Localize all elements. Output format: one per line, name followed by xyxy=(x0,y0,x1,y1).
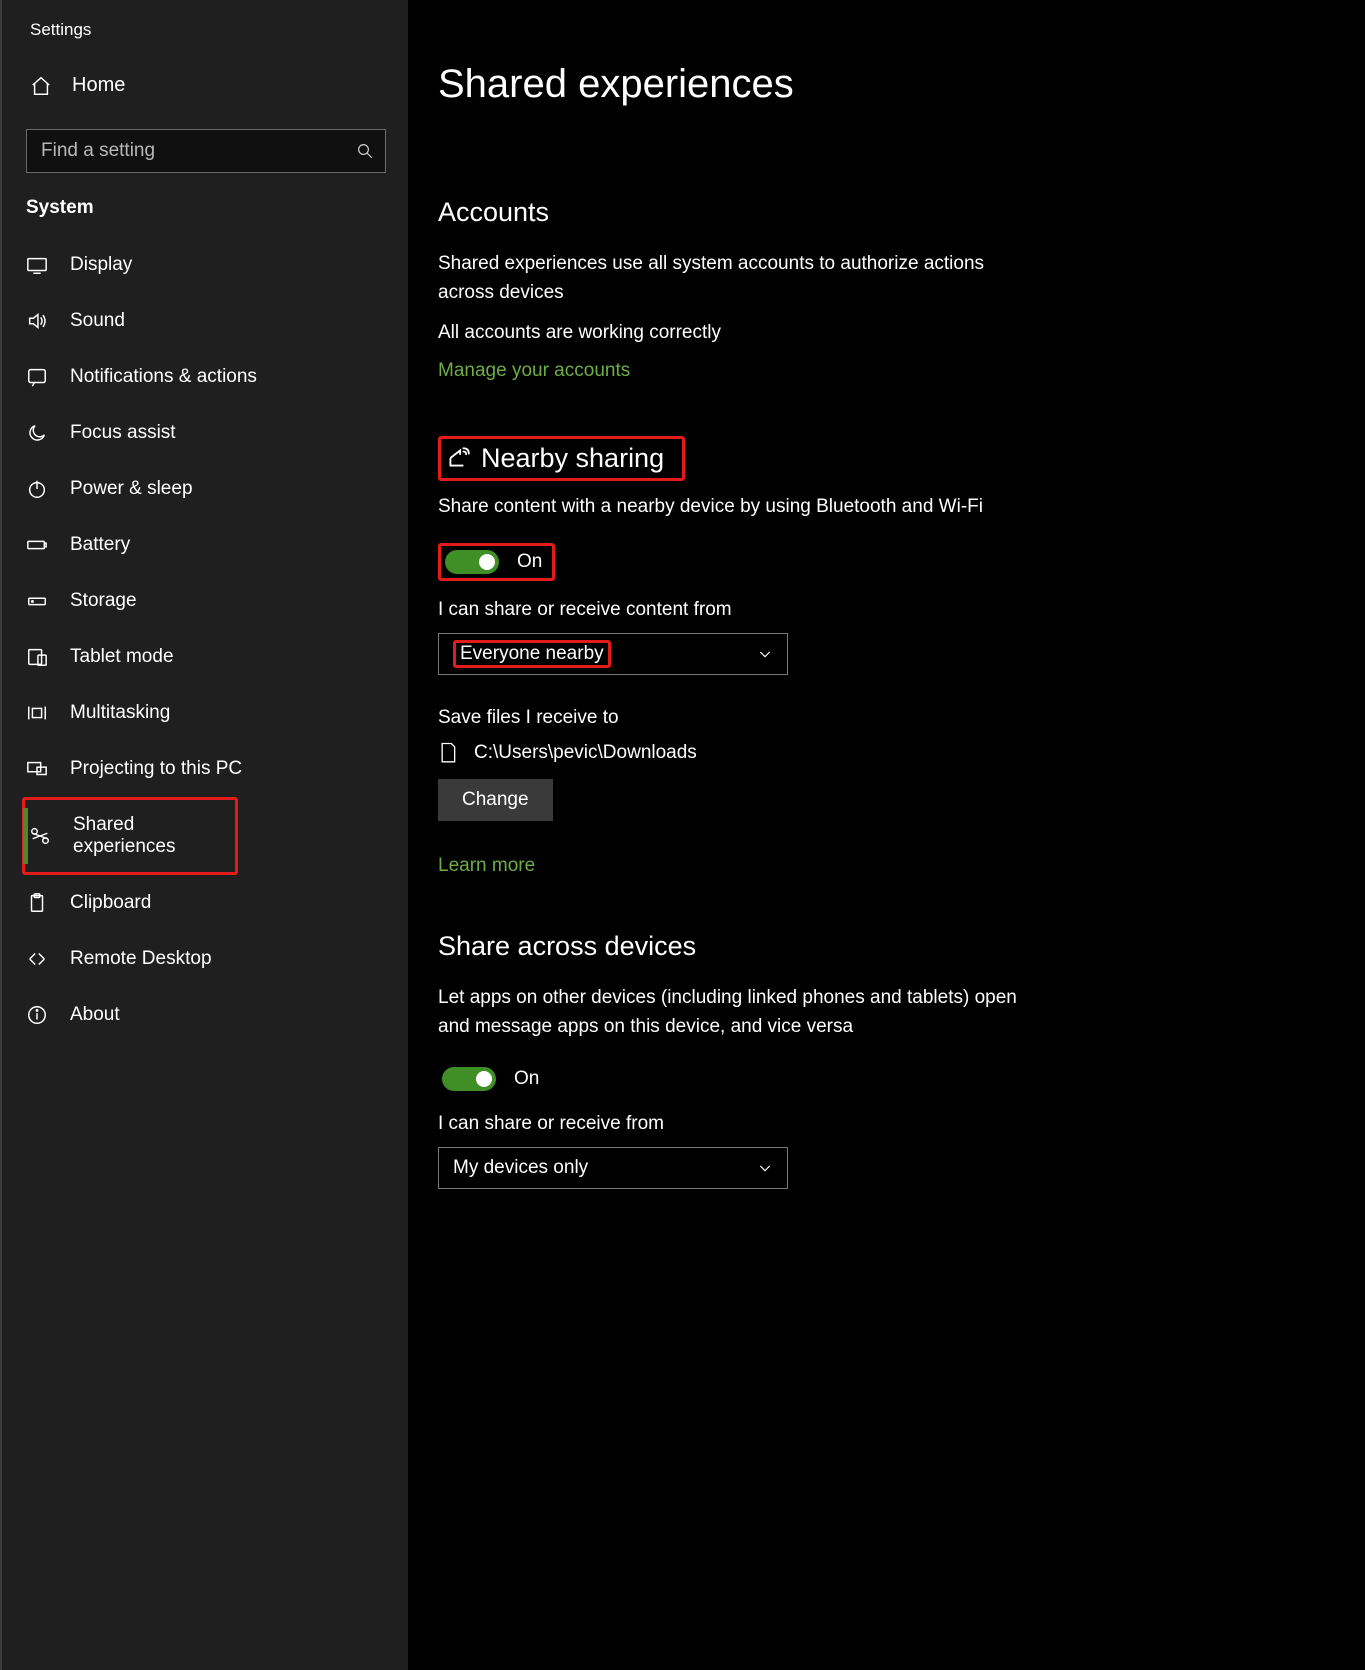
across-toggle[interactable] xyxy=(442,1067,496,1091)
sidebar-item-battery[interactable]: Battery xyxy=(2,517,408,573)
accounts-desc: Shared experiences use all system accoun… xyxy=(438,250,998,307)
learn-more-link[interactable]: Learn more xyxy=(438,855,535,877)
accounts-status: All accounts are working correctly xyxy=(438,319,998,348)
home-button[interactable]: Home xyxy=(2,60,408,111)
sidebar-item-projecting[interactable]: Projecting to this PC xyxy=(2,741,408,797)
sidebar-item-storage[interactable]: Storage xyxy=(2,573,408,629)
save-path: C:\Users\pevic\Downloads xyxy=(474,742,697,764)
multitask-icon xyxy=(26,702,48,724)
nav-label: Battery xyxy=(70,534,130,556)
sidebar-item-shared-experiences[interactable]: Shared experiences xyxy=(22,797,238,875)
accounts-title: Accounts xyxy=(438,197,1365,228)
nav-label: Sound xyxy=(70,310,125,332)
folder-icon xyxy=(438,741,458,765)
search-input[interactable] xyxy=(26,129,386,173)
sidebar-nav: Display Sound Notifications & actions Fo… xyxy=(2,237,408,1043)
nearby-toggle-row: On xyxy=(438,543,555,581)
manage-accounts-link[interactable]: Manage your accounts xyxy=(438,360,630,382)
nav-label: Power & sleep xyxy=(70,478,193,500)
nav-label: Multitasking xyxy=(70,702,170,724)
nearby-share-value: Everyone nearby xyxy=(453,640,611,668)
sidebar-item-sound[interactable]: Sound xyxy=(2,293,408,349)
storage-icon xyxy=(26,590,48,612)
nav-label: Tablet mode xyxy=(70,646,174,668)
battery-icon xyxy=(26,534,48,556)
nav-label: Shared experiences xyxy=(73,814,235,858)
across-share-value: My devices only xyxy=(453,1157,588,1179)
clipboard-icon xyxy=(26,892,48,914)
nav-label: Clipboard xyxy=(70,892,151,914)
across-toggle-row: On xyxy=(438,1063,549,1095)
nav-label: About xyxy=(70,1004,120,1026)
chevron-down-icon xyxy=(757,1160,773,1176)
sidebar-item-about[interactable]: About xyxy=(2,987,408,1043)
home-label: Home xyxy=(72,74,125,97)
nav-label: Focus assist xyxy=(70,422,176,444)
nearby-share-icon xyxy=(445,445,471,471)
share-icon xyxy=(29,825,51,847)
sidebar-item-multitasking[interactable]: Multitasking xyxy=(2,685,408,741)
nav-label: Display xyxy=(70,254,132,276)
sound-icon xyxy=(26,310,48,332)
page-title: Shared experiences xyxy=(438,62,1365,107)
app-title: Settings xyxy=(2,10,408,60)
nearby-toggle-label: On xyxy=(517,551,542,573)
home-icon xyxy=(30,75,52,97)
sidebar-category: System xyxy=(2,197,408,237)
across-share-dropdown[interactable]: My devices only xyxy=(438,1147,788,1189)
focus-icon xyxy=(26,422,48,444)
sidebar-item-focus[interactable]: Focus assist xyxy=(2,405,408,461)
sidebar-item-remote[interactable]: Remote Desktop xyxy=(2,931,408,987)
nearby-toggle[interactable] xyxy=(445,550,499,574)
nearby-title: Nearby sharing xyxy=(481,443,664,474)
across-toggle-label: On xyxy=(514,1068,539,1090)
sidebar-item-tablet[interactable]: Tablet mode xyxy=(2,629,408,685)
nearby-share-dropdown[interactable]: Everyone nearby xyxy=(438,633,788,675)
nav-label: Storage xyxy=(70,590,137,612)
remote-icon xyxy=(26,948,48,970)
main-content: Shared experiences Accounts Shared exper… xyxy=(408,0,1365,1670)
search-icon xyxy=(356,142,374,160)
sidebar: Settings Home System Display Sound xyxy=(0,0,408,1670)
nav-label: Notifications & actions xyxy=(70,366,257,388)
nearby-sharing-heading: Nearby sharing xyxy=(438,436,685,481)
notifications-icon xyxy=(26,366,48,388)
project-icon xyxy=(26,758,48,780)
nav-label: Projecting to this PC xyxy=(70,758,242,780)
across-title: Share across devices xyxy=(438,931,1365,962)
about-icon xyxy=(26,1004,48,1026)
sidebar-item-power[interactable]: Power & sleep xyxy=(2,461,408,517)
sidebar-item-clipboard[interactable]: Clipboard xyxy=(2,875,408,931)
power-icon xyxy=(26,478,48,500)
save-files-label: Save files I receive to xyxy=(438,707,1365,729)
nearby-share-from-label: I can share or receive content from xyxy=(438,599,1365,621)
nav-label: Remote Desktop xyxy=(70,948,212,970)
across-desc: Let apps on other devices (including lin… xyxy=(438,984,1018,1041)
tablet-icon xyxy=(26,646,48,668)
sidebar-item-notifications[interactable]: Notifications & actions xyxy=(2,349,408,405)
display-icon xyxy=(26,254,48,276)
change-button[interactable]: Change xyxy=(438,779,553,821)
nearby-desc: Share content with a nearby device by us… xyxy=(438,493,1038,522)
chevron-down-icon xyxy=(757,646,773,662)
save-path-row: C:\Users\pevic\Downloads xyxy=(438,741,1365,765)
search-field[interactable] xyxy=(26,129,386,173)
across-share-label: I can share or receive from xyxy=(438,1113,1365,1135)
sidebar-item-display[interactable]: Display xyxy=(2,237,408,293)
